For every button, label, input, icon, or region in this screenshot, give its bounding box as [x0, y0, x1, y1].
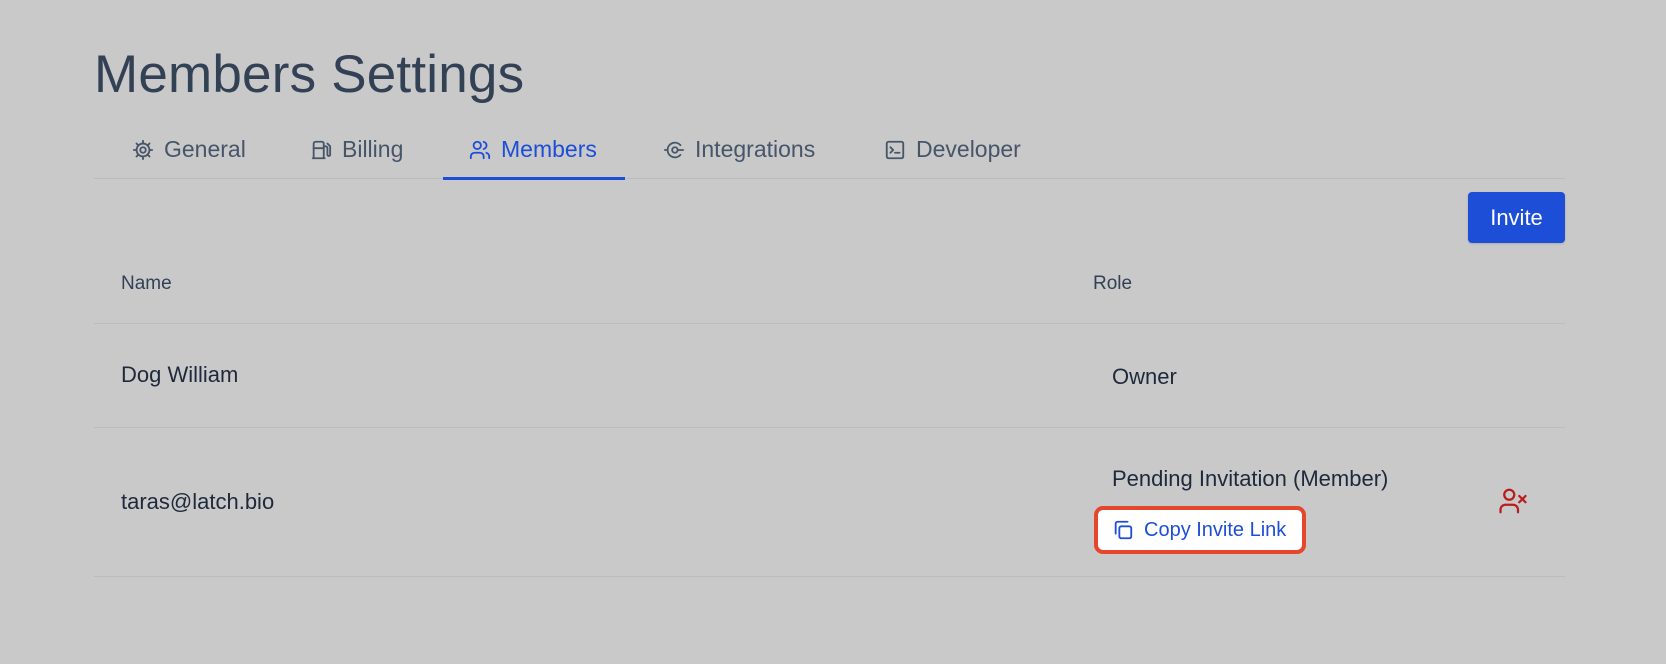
invite-button[interactable]: Invite: [1468, 192, 1565, 243]
copy-invite-link-label: Copy Invite Link: [1144, 518, 1287, 541]
terminal-icon: [884, 139, 906, 161]
gear-icon: [132, 139, 154, 161]
row-divider: [94, 576, 1565, 577]
tab-billing[interactable]: Billing: [310, 128, 430, 178]
column-header-role: Role: [1093, 273, 1133, 294]
row-divider: [94, 427, 1565, 428]
tab-label: Billing: [342, 136, 404, 162]
column-header-name: Name: [121, 273, 172, 294]
integration-icon: [663, 139, 685, 161]
tab-label: Integrations: [695, 136, 816, 162]
copy-invite-link-button[interactable]: Copy Invite Link: [1094, 506, 1306, 554]
member-name: Dog William: [121, 362, 239, 387]
user-remove-icon: [1498, 486, 1528, 516]
settings-tabs: General Billing Members Integrations Dev…: [94, 128, 1565, 180]
member-role: Owner: [1112, 364, 1177, 389]
remove-member-button[interactable]: [1498, 486, 1528, 516]
tab-label: General: [164, 136, 246, 162]
tab-label: Members: [501, 136, 597, 162]
row-divider: [94, 323, 1565, 324]
tab-members[interactable]: Members: [443, 128, 625, 180]
fuel-pump-icon: [310, 139, 332, 161]
tab-label: Developer: [916, 136, 1021, 162]
copy-icon: [1112, 519, 1134, 541]
tab-general[interactable]: General: [132, 128, 272, 178]
tab-developer[interactable]: Developer: [884, 128, 1044, 178]
tab-integrations[interactable]: Integrations: [663, 128, 843, 178]
page-title: Members Settings: [94, 45, 525, 104]
member-role: Pending Invitation (Member): [1112, 466, 1389, 491]
member-name: taras@latch.bio: [121, 489, 275, 514]
users-icon: [469, 139, 491, 161]
